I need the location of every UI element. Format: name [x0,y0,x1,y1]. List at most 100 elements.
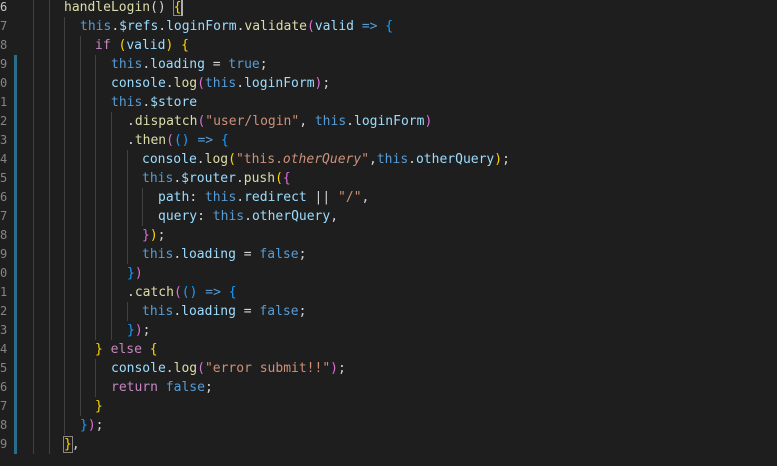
code-token: . [158,19,167,34]
code-line[interactable]: }); [0,321,777,340]
code-token: => [197,133,214,148]
code-token: } [142,228,150,243]
code-line[interactable]: console.log("this.otherQuery",this.other… [0,150,777,169]
code-line[interactable]: this.$router.push({ [0,169,777,188]
code-token: . [346,114,354,129]
code-token: this [111,57,143,72]
code-token: query [158,209,198,224]
code-token: ) [424,114,433,129]
code-token: . [236,76,245,91]
code-token: ) [494,152,503,167]
code-token: "user/login" [205,114,300,129]
code-token: loading [181,304,236,319]
code-line[interactable]: this.loading = false; [0,302,777,321]
code-token: ( [228,152,236,167]
code-token: log [173,76,198,91]
code-editor[interactable]: 678901234567890123456789 handleLogin() {… [0,0,777,466]
code-token: . [142,95,151,110]
code-token: . [236,190,245,205]
code-token: otherQuery [251,209,331,224]
code-token: ; [298,247,307,262]
code-token: . [173,247,182,262]
code-token: . [127,133,135,148]
code-line[interactable]: console.log("error submit!!"); [0,359,777,378]
code-token: then [134,133,167,148]
code-line[interactable]: path: this.redirect || "/", [0,188,777,207]
code-line[interactable]: this.$refs.loginForm.validate(valid => { [0,17,777,36]
code-token: . [111,19,120,34]
code-token: if [95,38,111,53]
code-line[interactable]: .dispatch("user/login", this.loginForm) [0,112,777,131]
code-token: true [228,57,260,72]
code-token: { [181,38,189,53]
code-line[interactable]: }); [0,226,777,245]
code-token: , [330,209,339,224]
code-token: loginForm [244,76,315,91]
code-token: { [172,0,183,16]
code-token: handleLogin [64,0,151,15]
code-line[interactable]: }, [0,435,777,454]
code-line[interactable]: this.loading = false; [0,245,777,264]
code-token: valid [314,19,354,34]
code-token: = [235,304,260,319]
code-line[interactable]: }); [0,416,777,435]
code-token: ( [173,285,182,300]
code-token: otherQuery [282,152,362,167]
code-line[interactable]: this.$store [0,93,777,112]
code-token: () [181,285,198,300]
code-token: ( [197,361,205,376]
code-token: } [127,323,135,338]
code-token: , [369,152,377,167]
code-token: . [173,171,182,186]
code-token: ; [502,152,510,167]
code-token: "error submit!!" [204,361,331,376]
code-line[interactable]: .then(() => { [0,131,777,150]
code-token: . [165,76,174,91]
code-token: "/" [338,190,362,205]
code-token: { [220,133,229,148]
code-token: ; [322,76,331,91]
code-token: } [80,418,88,433]
code-line[interactable]: if (valid) { [0,36,777,55]
code-token: } [63,436,73,453]
code-token: this [204,190,237,205]
code-token: dispatch [134,114,198,129]
code-token: ) [330,361,338,376]
code-token: this [376,152,409,167]
code-token: ; [95,418,104,433]
code-token: . [127,114,135,129]
code-line[interactable]: handleLogin() { [0,0,777,17]
code-token: validate [244,19,308,34]
code-token: ; [298,304,307,319]
code-token: log [204,152,229,167]
code-token: ; [142,323,151,338]
code-line[interactable]: return false; [0,378,777,397]
code-token: . [173,304,182,319]
code-token: ( [275,171,283,186]
code-token: } [127,266,135,281]
code-token: . [196,152,205,167]
code-token: return [111,380,158,395]
code-token: log [173,361,198,376]
code-line[interactable]: console.log(this.loginForm); [0,74,777,93]
code-line[interactable]: this.loading = true; [0,55,777,74]
code-token: this [142,171,174,186]
code-token: ) [87,418,96,433]
code-line[interactable]: }) [0,264,777,283]
text-cursor [181,0,184,16]
code-token: : [189,190,205,205]
code-token: ) [134,323,143,338]
code-token: => [361,19,378,34]
code-line[interactable]: query: this.otherQuery, [0,207,777,226]
code-line[interactable]: } else { [0,340,777,359]
code-token: ; [204,380,213,395]
code-token: else [110,342,142,357]
code-line[interactable]: } [0,397,777,416]
code-token: . [165,361,174,376]
code-line[interactable]: .catch(() => { [0,283,777,302]
code-token: { [149,342,158,357]
